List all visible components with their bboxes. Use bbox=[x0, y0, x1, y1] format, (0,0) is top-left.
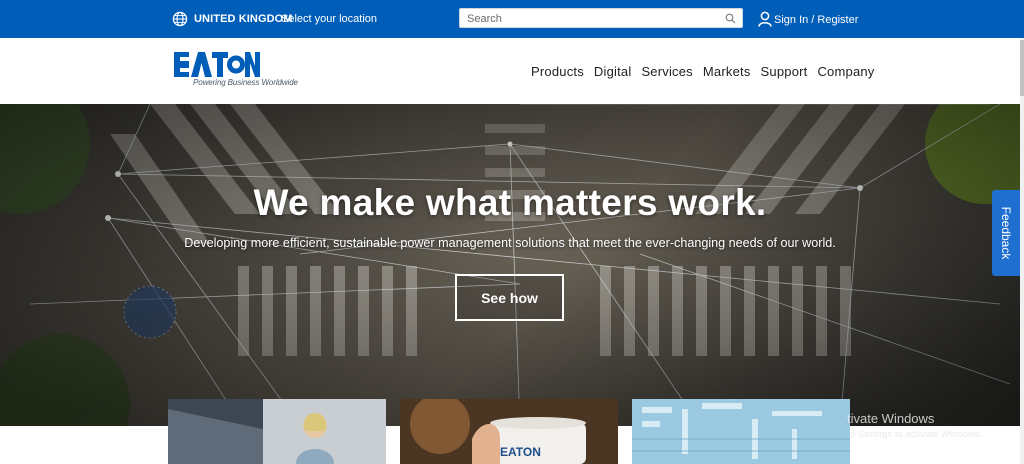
nav-company[interactable]: Company bbox=[817, 64, 874, 79]
feature-card-3[interactable] bbox=[632, 399, 850, 464]
feature-card-2[interactable]: EATON bbox=[400, 399, 618, 464]
nav-markets[interactable]: Markets bbox=[703, 64, 751, 79]
site-header: Powering Business Worldwide Products Dig… bbox=[0, 38, 1024, 104]
user-icon[interactable] bbox=[758, 11, 772, 27]
search-icon[interactable] bbox=[725, 13, 736, 24]
mug-logo-text: EATON bbox=[500, 445, 541, 459]
card-1-image bbox=[168, 399, 386, 464]
eaton-logo[interactable] bbox=[174, 52, 260, 77]
main-nav: Products Digital Services Markets Suppor… bbox=[531, 64, 875, 79]
feedback-tab[interactable]: Feedback bbox=[992, 190, 1020, 276]
country-label[interactable]: UNITED KINGDOM bbox=[194, 13, 293, 25]
scrollbar-track[interactable] bbox=[1020, 38, 1024, 464]
nav-support[interactable]: Support bbox=[761, 64, 808, 79]
select-location-link[interactable]: Select your location bbox=[281, 13, 377, 25]
feature-card-1[interactable] bbox=[168, 399, 386, 464]
search-input[interactable] bbox=[460, 10, 717, 28]
nav-services[interactable]: Services bbox=[641, 64, 692, 79]
hero-banner: We make what matters work. Developing mo… bbox=[0, 104, 1020, 426]
logo-tagline: Powering Business Worldwide bbox=[193, 78, 298, 87]
see-how-button[interactable]: See how bbox=[455, 274, 564, 321]
hero-headline: We make what matters work. bbox=[253, 182, 767, 223]
activate-windows-watermark: tivate Windows bbox=[847, 411, 935, 426]
activate-windows-hint: o Settings to activate Windows. bbox=[850, 429, 983, 440]
card-3-image bbox=[632, 399, 850, 464]
hero-background-image bbox=[0, 104, 1020, 426]
nav-products[interactable]: Products bbox=[531, 64, 584, 79]
scrollbar-thumb[interactable] bbox=[1020, 40, 1024, 96]
nav-digital[interactable]: Digital bbox=[594, 64, 632, 79]
search-box[interactable] bbox=[459, 8, 743, 28]
feedback-label: Feedback bbox=[999, 206, 1013, 260]
signin-register-link[interactable]: Sign In / Register bbox=[774, 14, 858, 26]
hero-subheadline: Developing more efficient, sustainable p… bbox=[184, 236, 836, 250]
globe-icon[interactable] bbox=[172, 11, 188, 27]
top-utility-bar: UNITED KINGDOM Select your location Sign… bbox=[0, 0, 1024, 38]
